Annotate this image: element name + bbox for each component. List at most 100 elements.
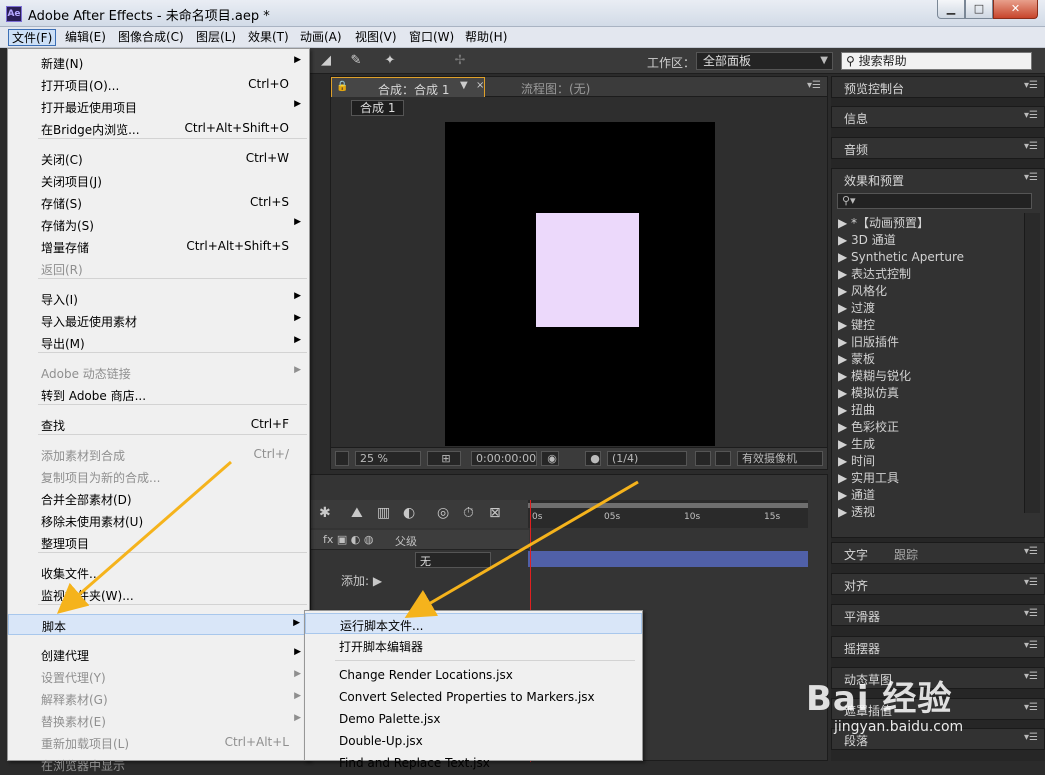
- resolution-select[interactable]: (1/4): [607, 451, 687, 466]
- file-menu-item[interactable]: 转到 Adobe 商店...: [8, 384, 309, 405]
- auto-keyframe-icon[interactable]: ⊠: [489, 505, 501, 521]
- effect-category-item[interactable]: ▶ 过渡: [838, 300, 875, 317]
- file-menu-item[interactable]: 解释素材(G) ▶: [8, 688, 309, 709]
- file-menu-item[interactable]: 创建代理 ▶: [8, 644, 309, 665]
- effect-category-item[interactable]: ▶ 键控: [838, 317, 875, 334]
- camera-select[interactable]: 有效摄像机: [737, 451, 823, 466]
- panel-menu-icon[interactable]: ▾☰: [1024, 110, 1038, 121]
- search-help-input[interactable]: ⚲ 搜索帮助: [841, 52, 1032, 70]
- effect-category-item[interactable]: ▶ *【动画预置】: [838, 215, 929, 232]
- puppet-pin-tool-icon[interactable]: ✦: [380, 52, 400, 70]
- add-property-label[interactable]: 添加: ▶: [341, 572, 382, 589]
- effect-category-item[interactable]: ▶ 风格化: [838, 283, 887, 300]
- file-menu-item[interactable]: 合并全部素材(D): [8, 488, 309, 509]
- menu-file[interactable]: 文件(F): [8, 29, 57, 46]
- script-menu-item[interactable]: Double-Up.jsx: [305, 731, 642, 752]
- effects-search-input[interactable]: ⚲▾: [837, 193, 1032, 209]
- effect-category-item[interactable]: ▶ 模糊与锐化: [838, 368, 911, 385]
- tab-composition[interactable]: 🔒 合成：合成 1 ▼ ×: [331, 77, 485, 97]
- script-menu-item[interactable]: Convert Selected Properties to Markers.j…: [305, 687, 642, 708]
- menu-edit[interactable]: 编辑(E): [62, 29, 109, 46]
- color-channels-icon[interactable]: ●: [585, 451, 601, 466]
- panel-menu-icon[interactable]: ▾☰: [1024, 141, 1038, 152]
- tab-smoother[interactable]: 平滑器: [844, 608, 880, 625]
- file-menu-item[interactable]: 查找 Ctrl+F: [8, 414, 309, 435]
- menu-window[interactable]: 窗口(W): [406, 29, 457, 46]
- brainstorm-icon[interactable]: ⏱: [463, 505, 474, 521]
- tab-flowchart[interactable]: 流程图：(无): [521, 80, 590, 97]
- hide-shy-layers-icon[interactable]: ⛰: [351, 505, 363, 521]
- file-menu-item[interactable]: 替换素材(E) ▶: [8, 710, 309, 731]
- tab-align[interactable]: 对齐: [844, 577, 868, 594]
- motion-blur-icon[interactable]: ◐: [403, 505, 415, 521]
- tab-tracking[interactable]: 跟踪: [894, 546, 918, 563]
- menu-animation[interactable]: 动画(A): [297, 29, 345, 46]
- file-menu-item[interactable]: 整理项目: [8, 532, 309, 553]
- effect-category-item[interactable]: ▶ 时间: [838, 453, 875, 470]
- maximize-button[interactable]: □: [965, 0, 993, 19]
- file-menu-item[interactable]: 重新加载项目(L) Ctrl+Alt+L: [8, 732, 309, 753]
- puppet-overlap-icon[interactable]: ✢: [450, 52, 470, 70]
- effect-category-item[interactable]: ▶ 表达式控制: [838, 266, 911, 283]
- file-menu-item[interactable]: 返回(R): [8, 258, 309, 279]
- file-menu-item[interactable]: 移除未使用素材(U): [8, 510, 309, 531]
- panel-menu-icon[interactable]: ▾☰: [807, 80, 821, 91]
- frame-blending-icon[interactable]: ▥: [377, 505, 390, 521]
- file-menu-item[interactable]: 添加素材到合成 Ctrl+/: [8, 444, 309, 465]
- menu-composition[interactable]: 图像合成(C): [115, 29, 187, 46]
- effect-category-item[interactable]: ▶ 透视: [838, 504, 875, 521]
- region-of-interest-icon[interactable]: [695, 451, 711, 466]
- menu-layer[interactable]: 图层(L): [193, 29, 239, 46]
- file-menu-item[interactable]: 导出(M) ▶: [8, 332, 309, 353]
- magnification-select[interactable]: 25 %: [355, 451, 421, 466]
- script-menu-item[interactable]: Demo Palette.jsx: [305, 709, 642, 730]
- script-menu-item[interactable]: Change Render Locations.jsx: [305, 665, 642, 686]
- chevron-down-icon[interactable]: ▼: [460, 80, 468, 91]
- file-menu-item[interactable]: 打开最近使用项目 ▶: [8, 96, 309, 117]
- panel-menu-icon[interactable]: ▾☰: [1024, 546, 1038, 557]
- file-menu-item[interactable]: 在Bridge内浏览... Ctrl+Alt+Shift+O: [8, 118, 309, 139]
- file-menu-item[interactable]: 在浏览器中显示: [8, 754, 309, 775]
- composition-chip[interactable]: 合成 1: [351, 100, 405, 116]
- layer-bar[interactable]: [528, 551, 808, 567]
- timecode-field[interactable]: 0:00:00:00: [471, 451, 537, 466]
- tab-info[interactable]: 信息: [844, 110, 868, 127]
- file-menu-item[interactable]: 复制项目为新的合成...: [8, 466, 309, 487]
- lock-icon[interactable]: 🔒: [336, 81, 348, 92]
- transparency-grid-icon[interactable]: [715, 451, 731, 466]
- menu-effect[interactable]: 效果(T): [245, 29, 292, 46]
- panel-menu-icon[interactable]: ▾☰: [1024, 577, 1038, 588]
- parent-select[interactable]: 无: [415, 552, 491, 568]
- menu-view[interactable]: 视图(V): [352, 29, 400, 46]
- effect-category-item[interactable]: ▶ Synthetic Aperture: [838, 249, 964, 266]
- effect-category-item[interactable]: ▶ 蒙板: [838, 351, 875, 368]
- file-menu-item[interactable]: 新建(N) ▶: [8, 52, 309, 73]
- file-menu-item[interactable]: 关闭(C) Ctrl+W: [8, 148, 309, 169]
- file-menu-item[interactable]: 监视文件夹(W)...: [8, 584, 309, 605]
- file-menu-item[interactable]: 导入(I) ▶: [8, 288, 309, 309]
- minimize-button[interactable]: ▁: [937, 0, 965, 19]
- file-menu-item[interactable]: 打开项目(O)... Ctrl+O: [8, 74, 309, 95]
- graph-editor-icon[interactable]: ◎: [437, 505, 449, 521]
- script-menu-item[interactable]: Find and Replace Text.jsx: [305, 753, 642, 774]
- panel-menu-icon[interactable]: ▾☰: [1024, 80, 1038, 91]
- effect-category-item[interactable]: ▶ 扭曲: [838, 402, 875, 419]
- script-menu-item[interactable]: 打开脚本编辑器: [305, 635, 642, 656]
- effect-category-item[interactable]: ▶ 通道: [838, 487, 875, 504]
- workspace-select[interactable]: 全部面板 ▼: [696, 52, 833, 70]
- script-menu-item[interactable]: 运行脚本文件...: [305, 613, 642, 634]
- close-tab-icon[interactable]: ×: [476, 80, 484, 91]
- file-menu-item[interactable]: 存储(S) Ctrl+S: [8, 192, 309, 213]
- roto-brush-tool-icon[interactable]: ✎: [346, 52, 366, 70]
- effect-category-item[interactable]: ▶ 色彩校正: [838, 419, 899, 436]
- eraser-tool-icon[interactable]: ◢: [316, 52, 336, 70]
- effects-scrollbar[interactable]: [1024, 213, 1040, 513]
- file-menu-item[interactable]: 增量存储 Ctrl+Alt+Shift+S: [8, 236, 309, 257]
- file-menu-item[interactable]: 脚本 ▶: [8, 614, 309, 635]
- effect-category-item[interactable]: ▶ 3D 通道: [838, 232, 896, 249]
- always-preview-icon[interactable]: [335, 451, 349, 466]
- panel-menu-icon[interactable]: ▾☰: [1024, 172, 1038, 183]
- file-menu-item[interactable]: 存储为(S) ▶: [8, 214, 309, 235]
- file-menu-item[interactable]: Adobe 动态链接 ▶: [8, 362, 309, 383]
- effect-category-item[interactable]: ▶ 实用工具: [838, 470, 899, 487]
